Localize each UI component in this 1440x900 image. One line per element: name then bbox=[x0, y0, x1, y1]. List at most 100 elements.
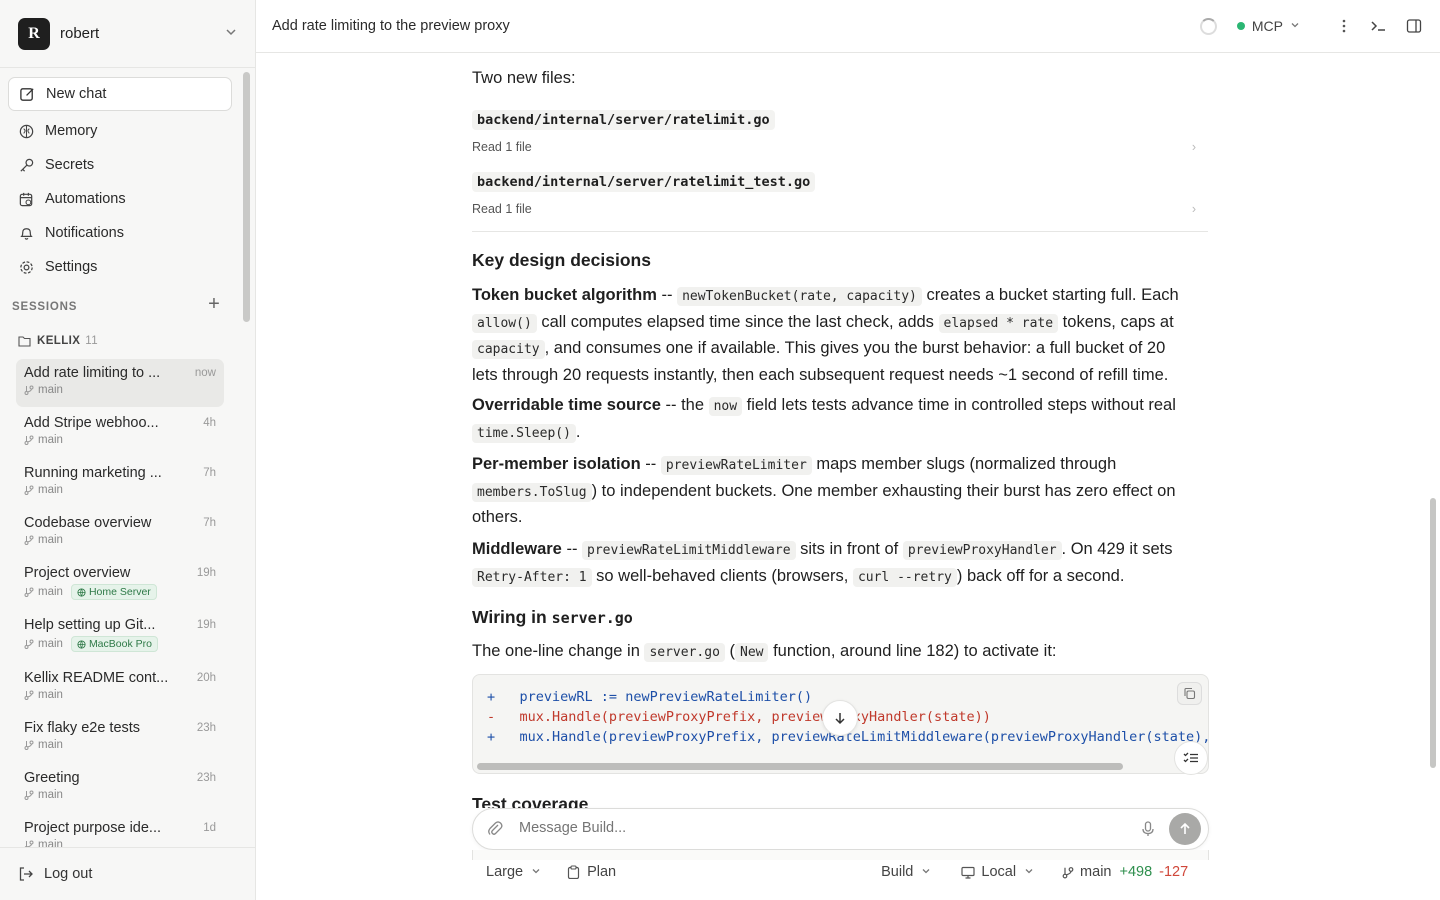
section-heading-wiring: Wiring in server.go bbox=[472, 607, 633, 627]
session-item[interactable]: Kellix README cont... 20h main bbox=[16, 664, 224, 712]
session-branch: main bbox=[38, 384, 63, 396]
sidebar-item-automations[interactable]: Automations bbox=[8, 182, 232, 216]
chat-main: Two new files: backend/internal/server/r… bbox=[256, 53, 1424, 900]
checklist-icon bbox=[1183, 752, 1198, 763]
new-chat-button[interactable]: New chat bbox=[8, 77, 232, 111]
section-heading: Key design decisions bbox=[472, 250, 651, 270]
session-branch: main bbox=[38, 689, 63, 701]
composer-tray bbox=[472, 850, 1209, 860]
more-vertical-icon[interactable] bbox=[1336, 18, 1352, 34]
session-time: 19h bbox=[196, 567, 216, 579]
session-item[interactable]: Greeting 23h main bbox=[16, 764, 224, 812]
new-chat-label: New chat bbox=[46, 86, 107, 102]
globe-icon bbox=[77, 639, 86, 649]
microphone-icon[interactable] bbox=[1141, 820, 1155, 841]
group-count: 11 bbox=[85, 335, 99, 347]
machine-badge: Home Server bbox=[70, 584, 157, 600]
send-button[interactable] bbox=[1169, 813, 1201, 845]
git-branch-icon bbox=[1062, 866, 1074, 878]
bell-icon bbox=[18, 225, 35, 242]
add-session-button[interactable]: + bbox=[205, 294, 223, 314]
mode-dropdown[interactable]: Build bbox=[881, 864, 931, 880]
globe-icon bbox=[77, 587, 86, 597]
branch-diff-status[interactable]: main +498 -127 bbox=[1062, 864, 1188, 880]
session-time: 7h bbox=[203, 467, 216, 479]
workspace-switcher[interactable]: R robert bbox=[0, 0, 255, 68]
session-branch: main bbox=[38, 484, 63, 496]
session-item[interactable]: Project overview 19h main Home Server bbox=[16, 559, 224, 609]
session-item[interactable]: Running marketing ... 7h main bbox=[16, 459, 224, 507]
gear-icon bbox=[18, 259, 35, 276]
model-size-label: Large bbox=[486, 864, 524, 880]
paragraph-token-bucket: Token bucket algorithm -- newTokenBucket… bbox=[472, 286, 1179, 384]
session-time: 23h bbox=[196, 772, 216, 784]
folder-icon bbox=[18, 336, 31, 347]
git-branch-icon bbox=[24, 740, 34, 750]
git-branch-icon bbox=[24, 790, 34, 800]
lines-removed: -127 bbox=[1159, 864, 1189, 880]
environment-dropdown[interactable]: Local bbox=[961, 864, 1034, 880]
session-time: 7h bbox=[203, 517, 216, 529]
sidebar-scroll-area: New chat Memory Secrets Automations Noti… bbox=[0, 69, 240, 847]
session-branch: main bbox=[38, 739, 63, 751]
session-branch: main bbox=[38, 534, 63, 546]
message-composer bbox=[472, 808, 1209, 850]
sessions-heading: SESSIONS bbox=[12, 301, 78, 313]
file-entry[interactable]: backend/internal/server/ratelimit.go Rea… bbox=[472, 110, 1208, 154]
chevron-right-icon: › bbox=[1191, 202, 1196, 216]
read-file-row[interactable]: Read 1 file › bbox=[472, 202, 1208, 216]
divider bbox=[472, 231, 1208, 232]
message-text: Two new files: bbox=[472, 69, 576, 87]
paragraph-middleware: Middleware -- previewRateLimitMiddleware… bbox=[472, 540, 1173, 587]
chevron-down-icon bbox=[531, 866, 541, 879]
mode-label: Build bbox=[881, 864, 914, 880]
logout-button[interactable]: Log out bbox=[0, 847, 255, 900]
code-line: - mux.Handle(previewProxyPrefix, preview… bbox=[487, 709, 991, 725]
sidebar-item-settings[interactable]: Settings bbox=[8, 250, 232, 284]
session-item[interactable]: Help setting up Git... 19h main MacBook … bbox=[16, 611, 224, 661]
plan-toggle[interactable]: Plan bbox=[567, 864, 616, 880]
model-size-dropdown[interactable]: Large bbox=[486, 864, 541, 880]
session-time: now bbox=[194, 367, 216, 379]
session-item[interactable]: Codebase overview 7h main bbox=[16, 509, 224, 557]
session-branch: main bbox=[38, 789, 63, 801]
sidebar-toggle-icon[interactable] bbox=[1406, 18, 1422, 34]
main-scrollbar[interactable] bbox=[1430, 498, 1436, 768]
code-line: + previewRL := newPreviewRateLimiter() bbox=[487, 689, 813, 705]
chevron-right-icon: › bbox=[1191, 140, 1196, 154]
branch-label: main bbox=[1080, 864, 1112, 880]
lines-added: +498 bbox=[1119, 864, 1153, 880]
session-item[interactable]: Project purpose ide... 1d main bbox=[16, 814, 224, 847]
sidebar-item-secrets[interactable]: Secrets bbox=[8, 148, 232, 182]
chevron-down-icon[interactable] bbox=[225, 26, 237, 41]
file-entry[interactable]: backend/internal/server/ratelimit_test.g… bbox=[472, 172, 1208, 216]
sidebar-item-memory[interactable]: Memory bbox=[8, 114, 232, 148]
terminal-icon[interactable] bbox=[1370, 18, 1388, 34]
git-branch-icon bbox=[24, 435, 34, 445]
task-list-button[interactable] bbox=[1174, 741, 1208, 775]
automations-label: Automations bbox=[45, 191, 126, 207]
copy-icon[interactable] bbox=[1177, 682, 1202, 705]
session-item[interactable]: Fix flaky e2e tests 23h main bbox=[16, 714, 224, 762]
project-group-kellix[interactable]: KELLIX 11 bbox=[18, 335, 98, 347]
read-file-row[interactable]: Read 1 file › bbox=[472, 140, 1208, 154]
top-bar: Add rate limiting to the preview proxy M… bbox=[256, 0, 1440, 53]
chat-title: Add rate limiting to the preview proxy bbox=[272, 18, 510, 34]
session-title: Add rate limiting to ... bbox=[24, 365, 161, 381]
horizontal-scrollbar[interactable] bbox=[477, 763, 1123, 770]
session-time: 4h bbox=[203, 417, 216, 429]
file-path: backend/internal/server/ratelimit.go bbox=[472, 110, 775, 130]
read-label: Read 1 file bbox=[472, 202, 532, 216]
paperclip-icon[interactable] bbox=[487, 820, 503, 841]
logout-label: Log out bbox=[44, 866, 93, 882]
scroll-to-bottom-button[interactable] bbox=[822, 700, 858, 736]
sidebar-item-notifications[interactable]: Notifications bbox=[8, 216, 232, 250]
message-input[interactable] bbox=[519, 820, 1119, 836]
username: robert bbox=[60, 25, 100, 42]
logout-icon bbox=[19, 867, 33, 881]
session-item[interactable]: Add rate limiting to ... now main bbox=[16, 359, 224, 407]
loading-spinner-icon bbox=[1199, 17, 1217, 35]
sidebar-scrollbar[interactable] bbox=[243, 72, 250, 322]
session-item[interactable]: Add Stripe webhoo... 4h main bbox=[16, 409, 224, 457]
mcp-status-dropdown[interactable]: MCP bbox=[1236, 18, 1300, 34]
